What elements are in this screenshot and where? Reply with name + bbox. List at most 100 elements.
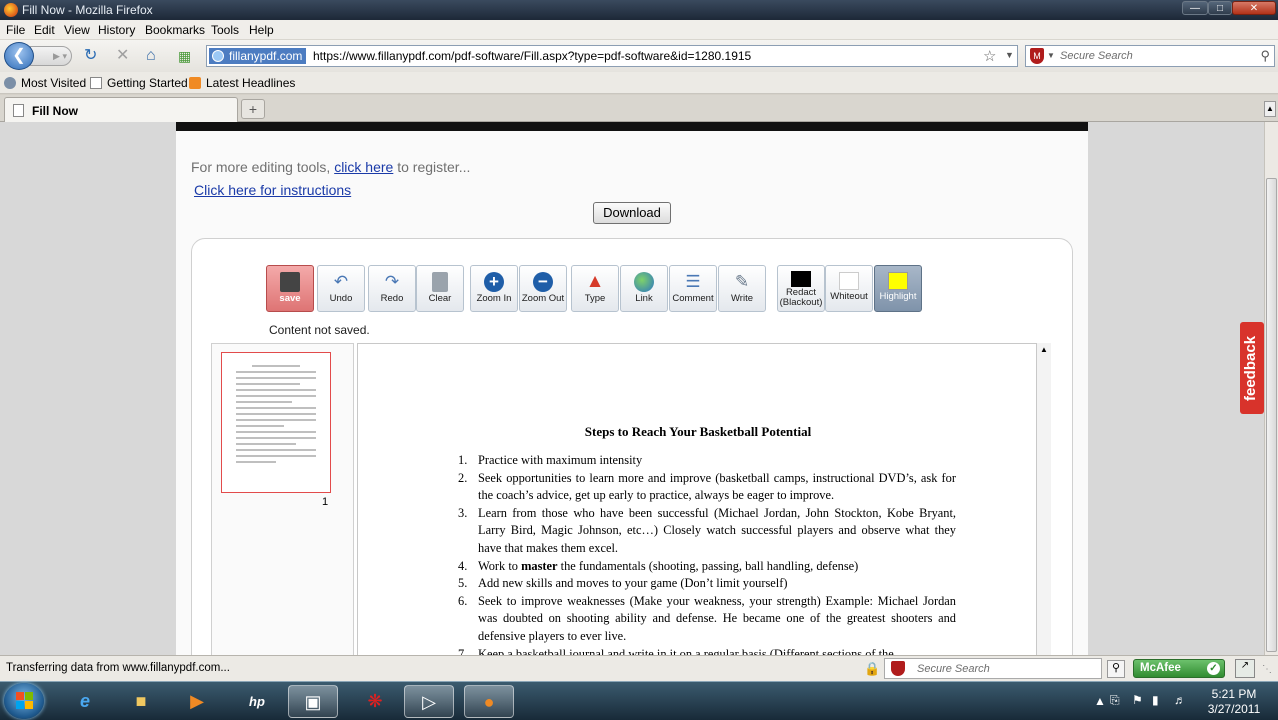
bookmark-star-icon[interactable]: ☆: [983, 47, 996, 65]
document-title: Steps to Reach Your Basketball Potential: [584, 424, 812, 439]
search-placeholder: Secure Search: [1060, 50, 1133, 62]
show-hidden-icons-icon[interactable]: ▲: [1094, 694, 1106, 708]
maximize-button[interactable]: □: [1208, 1, 1232, 15]
firefox-icon: [4, 3, 18, 17]
back-button[interactable]: ❮: [4, 42, 34, 70]
menu-bookmarks[interactable]: Bookmarks: [145, 23, 205, 37]
zoom-out-button[interactable]: − Zoom Out: [519, 265, 567, 312]
new-tab-button[interactable]: +: [241, 99, 265, 119]
link-icon: [634, 272, 654, 292]
list-item: 2. Seek opportunities to learn more and i…: [458, 470, 956, 503]
hp-icon[interactable]: hp: [232, 685, 282, 718]
menu-edit[interactable]: Edit: [34, 23, 55, 37]
clock-time: 5:21 PM: [1211, 687, 1257, 701]
bookmark-latest-headlines[interactable]: Latest Headlines: [189, 76, 295, 90]
document-view[interactable]: Steps to Reach Your Basketball Potential…: [357, 343, 1051, 655]
feedback-button[interactable]: feedback: [1240, 322, 1264, 414]
firefox-taskbar-icon[interactable]: ●: [464, 685, 514, 718]
clock-date: 3/27/2011: [1207, 702, 1261, 716]
pencil-icon: ✎: [734, 272, 750, 291]
comment-button[interactable]: ☰ Comment: [669, 265, 717, 312]
status-search-input[interactable]: Secure Search: [884, 658, 1102, 679]
home-icon[interactable]: ⌂: [146, 46, 156, 66]
page-scrollbar[interactable]: [1264, 122, 1278, 655]
menu-history[interactable]: History: [98, 23, 135, 37]
write-button[interactable]: ✎ Write: [718, 265, 766, 312]
system-tray: ▲ ⎘ ⚑ ▮ ♬: [1086, 686, 1196, 716]
start-button[interactable]: [4, 683, 44, 719]
media-player-icon[interactable]: ▶: [172, 685, 222, 718]
highlight-button[interactable]: Highlight: [874, 265, 922, 312]
tab-list-icon[interactable]: ▲: [1264, 101, 1276, 117]
status-text: Transferring data from www.fillanypdf.co…: [6, 662, 230, 674]
search-icon[interactable]: ⚲: [1260, 48, 1270, 64]
menu-help[interactable]: Help: [249, 23, 274, 37]
title-bar: Fill Now - Mozilla Firefox — □ ✕: [0, 0, 1278, 20]
menu-tools[interactable]: Tools: [211, 23, 239, 37]
scroll-up-icon[interactable]: ▲: [1039, 345, 1049, 355]
flag-icon[interactable]: ⚑: [1132, 693, 1143, 707]
type-button[interactable]: ▲ Type: [571, 265, 619, 312]
undo-button[interactable]: ↶ Undo: [317, 265, 365, 312]
page-icon: [13, 104, 24, 117]
zoom-in-button[interactable]: + Zoom In: [470, 265, 518, 312]
video-app-icon[interactable]: ▷: [404, 685, 454, 718]
editor-toolbar: save ↶ Undo ↷ Redo Clear + Zoom In − Zoom Ou…: [266, 265, 926, 313]
link-button[interactable]: Link: [620, 265, 668, 312]
clear-button[interactable]: Clear: [416, 265, 464, 312]
site-identity-button[interactable]: fillanypdf.com: [209, 48, 307, 64]
extension-icon[interactable]: ▦: [178, 46, 191, 66]
list-item: 7. Keep a basketball journal and write in…: [458, 646, 894, 655]
scrollbar-thumb[interactable]: [1266, 178, 1277, 652]
document-scrollbar[interactable]: ▲: [1036, 343, 1051, 655]
register-link[interactable]: click here: [334, 159, 393, 175]
instructions-link[interactable]: Click here for instructions: [194, 182, 351, 198]
network-icon[interactable]: ▮: [1152, 693, 1159, 707]
reload-icon[interactable]: ↻: [84, 46, 97, 66]
extension-status-icon[interactable]: ↗: [1235, 659, 1255, 678]
tab-fill-now[interactable]: Fill Now: [4, 97, 238, 122]
forward-button[interactable]: ▶ ▾: [30, 46, 72, 66]
menu-bar: File Edit View History Bookmarks Tools H…: [0, 20, 1278, 40]
status-search-button[interactable]: ⚲: [1107, 660, 1125, 678]
minimize-button[interactable]: —: [1182, 1, 1208, 15]
volume-icon[interactable]: ♬: [1174, 693, 1186, 707]
whiteout-button[interactable]: Whiteout: [825, 265, 873, 312]
page-thumbnail[interactable]: [221, 352, 331, 493]
stop-icon[interactable]: ✕: [116, 46, 129, 66]
search-bar[interactable]: M ▼ Secure Search ⚲: [1025, 45, 1275, 67]
mcafee-shield-icon[interactable]: M: [1030, 48, 1044, 64]
search-engine-dropdown-icon[interactable]: ▼: [1047, 51, 1055, 60]
adobe-reader-icon[interactable]: ❋: [350, 685, 400, 718]
folder-icon[interactable]: ■: [116, 685, 166, 718]
internet-explorer-icon[interactable]: e: [60, 685, 110, 718]
redact-button[interactable]: Redact (Blackout): [777, 265, 825, 312]
redo-button[interactable]: ↷ Redo: [368, 265, 416, 312]
zoom-out-icon: −: [533, 272, 553, 292]
close-button[interactable]: ✕: [1232, 1, 1276, 15]
url-dropdown-icon[interactable]: ▼: [1005, 50, 1014, 60]
window-title: Fill Now - Mozilla Firefox: [22, 3, 153, 17]
mcafee-button[interactable]: McAfee ✓: [1133, 659, 1225, 678]
download-button[interactable]: Download: [593, 202, 671, 224]
capture-app-icon[interactable]: ▣: [288, 685, 338, 718]
save-button[interactable]: save: [266, 265, 314, 312]
url-text[interactable]: https://www.fillanypdf.com/pdf-software/…: [313, 49, 751, 63]
editor-panel: save ↶ Undo ↷ Redo Clear + Zoom In − Zoom Ou…: [191, 238, 1073, 655]
bookmark-most-visited[interactable]: Most Visited: [4, 76, 86, 90]
menu-file[interactable]: File: [6, 23, 25, 37]
status-bar: Transferring data from www.fillanypdf.co…: [0, 655, 1278, 681]
bookmark-getting-started[interactable]: Getting Started: [90, 76, 188, 90]
floppy-icon: [280, 272, 300, 292]
undo-icon: ↶: [333, 272, 349, 291]
rss-icon: [189, 77, 201, 89]
resize-grip-icon: ⋱: [1262, 664, 1272, 675]
menu-view[interactable]: View: [64, 23, 90, 37]
list-item: 4. Work to master the fundamentals (shoot…: [458, 558, 859, 573]
clock[interactable]: 5:21 PM 3/27/2011: [1199, 687, 1269, 717]
url-bar[interactable]: fillanypdf.com https://www.fillanypdf.co…: [206, 45, 1018, 67]
steps-list: 1. Practice with maximum intensity 2. Seek…: [458, 452, 956, 655]
check-icon: ✓: [1207, 662, 1220, 675]
usb-icon[interactable]: ⎘: [1110, 693, 1120, 708]
list-item: 5. Add new skills and moves to your game …: [458, 576, 788, 591]
